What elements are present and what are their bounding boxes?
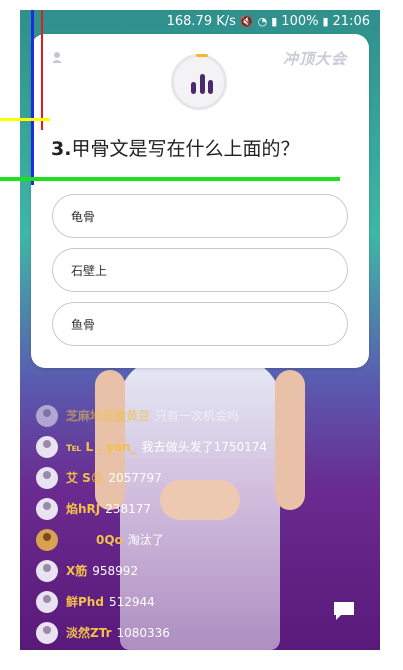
chat-text: 238177 bbox=[105, 501, 152, 516]
signal-icon: ▮ bbox=[271, 14, 278, 28]
question-body: 甲骨文是写在什么上面的？ bbox=[71, 138, 300, 160]
chat-text: 2057797 bbox=[108, 470, 162, 485]
avatar[interactable] bbox=[36, 497, 58, 520]
chat-username: 0Qo bbox=[96, 532, 123, 547]
avatar[interactable] bbox=[36, 528, 58, 551]
chat-message: ℡ L . yan_ 我去做头发了1750174 bbox=[36, 431, 336, 462]
chat-username: 鲜Phd bbox=[66, 595, 104, 609]
avatar[interactable] bbox=[36, 466, 58, 489]
answer-option-label: 石壁上 bbox=[71, 263, 108, 278]
avatar[interactable] bbox=[36, 435, 58, 458]
battery-level: 100% bbox=[281, 13, 319, 29]
chat-text: 只有一次机会吗 bbox=[155, 409, 240, 423]
timer-progress-arc bbox=[196, 54, 208, 57]
chat-username: 淡然ZTr bbox=[66, 626, 112, 640]
chat-username: ℡ L . yan_ bbox=[66, 439, 137, 454]
avatar[interactable] bbox=[36, 621, 58, 644]
chat-bubble-icon[interactable] bbox=[332, 600, 356, 622]
countdown-timer bbox=[171, 54, 227, 110]
avatar[interactable] bbox=[36, 559, 58, 582]
chat-message: 焰hRJ 238177 bbox=[36, 493, 336, 524]
chat-username: 焰hRJ bbox=[66, 502, 101, 516]
answer-option-1[interactable]: 龟骨 bbox=[52, 194, 348, 238]
guide-line-red bbox=[41, 10, 43, 130]
chat-message: 芝麻地里撒黄豆 只有一次机会吗 bbox=[36, 400, 336, 431]
brand-logo: 冲顶大会 bbox=[282, 50, 347, 68]
chat-feed: 芝麻地里撒黄豆 只有一次机会吗 ℡ L . yan_ 我去做头发了1750174… bbox=[36, 400, 336, 648]
chat-username: 艾 S😊 bbox=[66, 471, 104, 485]
avatar[interactable] bbox=[36, 404, 58, 427]
chat-message: X筋 958992 bbox=[36, 555, 336, 586]
question-number: 3. bbox=[51, 138, 72, 160]
user-icon[interactable] bbox=[51, 51, 63, 63]
clock: 21:06 bbox=[332, 13, 370, 29]
chat-username: X筋 bbox=[66, 564, 88, 578]
answer-option-label: 龟骨 bbox=[71, 209, 96, 224]
chat-message: 鲜Phd 512944 bbox=[36, 586, 336, 617]
chat-text: 512944 bbox=[108, 594, 155, 609]
guide-line-green bbox=[0, 177, 340, 181]
battery-icon: ▮ bbox=[322, 14, 329, 28]
answer-option-3[interactable]: 鱼骨 bbox=[52, 302, 348, 346]
guide-line-yellow bbox=[0, 118, 50, 121]
chat-text: 1080336 bbox=[116, 625, 170, 640]
answer-option-2[interactable]: 石壁上 bbox=[52, 248, 348, 292]
question-card: 冲顶大会 3.甲骨文是写在什么上面的？ 龟骨 石壁上 鱼骨 bbox=[31, 34, 369, 368]
audio-bars-icon bbox=[191, 72, 213, 94]
chat-text: 淘汰了 bbox=[127, 533, 164, 547]
chat-text: 958992 bbox=[92, 563, 139, 578]
guide-line-blue bbox=[31, 10, 34, 185]
question-text: 3.甲骨文是写在什么上面的？ bbox=[51, 134, 351, 161]
chat-message: 艾 S😊 2057797 bbox=[36, 462, 336, 493]
answer-option-label: 鱼骨 bbox=[71, 317, 96, 332]
chat-message: 淡然ZTr 1080336 bbox=[36, 617, 336, 648]
wifi-icon: ◔ bbox=[257, 14, 268, 28]
status-bar: 168.79 K/s 🔇 ◔ ▮ 100% ▮ 21:06 bbox=[20, 10, 380, 32]
network-speed: 168.79 K/s bbox=[166, 13, 236, 29]
chat-text: 我去做头发了1750174 bbox=[141, 440, 268, 454]
chat-username: 芝麻地里撒黄豆 bbox=[66, 409, 151, 423]
avatar[interactable] bbox=[36, 590, 58, 613]
mute-icon: 🔇 bbox=[239, 14, 254, 28]
chat-message: 0Qo 淘汰了 bbox=[36, 524, 336, 555]
